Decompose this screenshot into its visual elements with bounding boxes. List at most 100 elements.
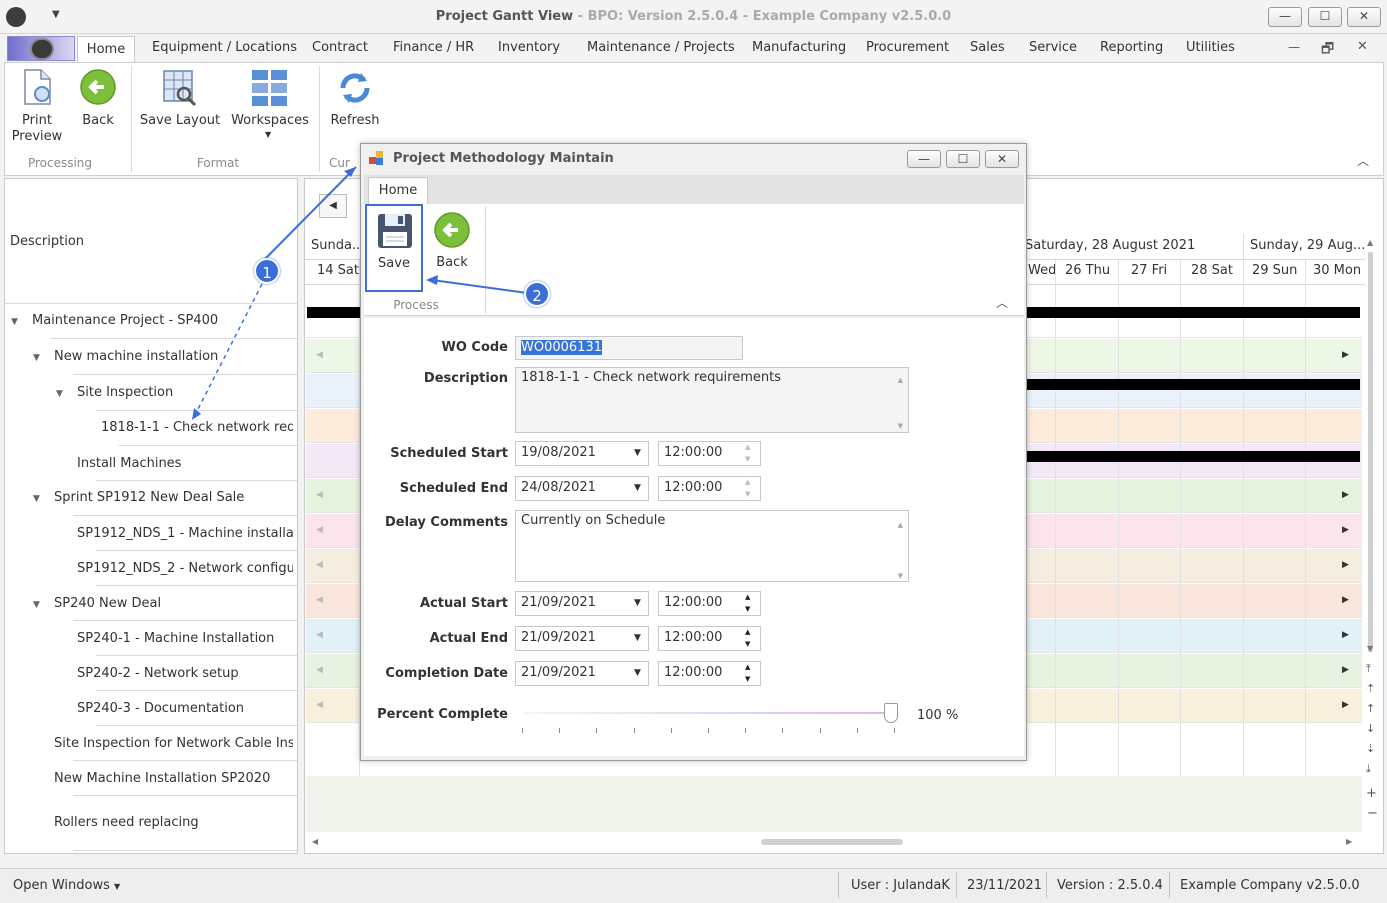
scroll-down-icon[interactable]: ▼ — [1367, 644, 1373, 653]
menu-tab-home[interactable]: Home — [77, 36, 135, 63]
tree-row[interactable]: SP240-3 - Documentation — [5, 692, 297, 726]
nav-up-icon[interactable]: ↑ — [1366, 702, 1375, 715]
wo-code-field[interactable]: WO0006131 — [515, 336, 743, 360]
completion-date[interactable]: 21/09/2021 ▼ — [515, 661, 649, 686]
row-scroll-right-icon[interactable]: ▶ — [1342, 560, 1349, 570]
gantt-scroll-left-button[interactable]: ◀ — [319, 194, 347, 218]
row-scroll-left-icon[interactable]: ◀ — [316, 525, 323, 535]
slider-thumb[interactable] — [884, 703, 898, 723]
dialog-minimize-button[interactable]: — — [907, 150, 941, 168]
row-scroll-left-icon[interactable]: ◀ — [316, 350, 323, 360]
description-field[interactable]: 1818-1-1 - Check network requirements ▲ … — [515, 367, 909, 433]
scheduled-end-time[interactable]: 12:00:00 ▲ ▼ — [658, 476, 761, 501]
actual-end-dropdown-icon[interactable]: ▼ — [634, 627, 641, 649]
dialog-close-button[interactable]: ✕ — [985, 150, 1019, 168]
h-scroll-thumb[interactable] — [761, 839, 903, 845]
menu-tab-manufacturing[interactable]: Manufacturing — [752, 40, 846, 55]
ribbon-back-button[interactable]: Back — [72, 66, 124, 136]
row-scroll-left-icon[interactable]: ◀ — [316, 700, 323, 710]
actual-end-date[interactable]: 21/09/2021 ▼ — [515, 626, 649, 651]
dialog-maximize-button[interactable]: ☐ — [946, 150, 980, 168]
row-scroll-right-icon[interactable]: ▶ — [1342, 595, 1349, 605]
refresh-button[interactable]: Refresh — [326, 66, 384, 136]
tree-expand-icon[interactable]: ▼ — [33, 494, 40, 504]
dialog-save-button[interactable]: Save — [365, 204, 423, 292]
menu-tab-sales[interactable]: Sales — [970, 40, 1005, 55]
nav-last-icon[interactable]: ⤓ — [1366, 762, 1371, 776]
row-scroll-left-icon[interactable]: ◀ — [316, 560, 323, 570]
tree-row[interactable]: ▼ New machine installation — [5, 340, 297, 375]
menu-tab-utilities[interactable]: Utilities — [1186, 40, 1235, 55]
window-minimize-button[interactable]: — — [1268, 7, 1302, 27]
menu-tab-maintenance-projects[interactable]: Maintenance / Projects — [587, 40, 735, 55]
window-maximize-button[interactable]: ☐ — [1308, 7, 1342, 27]
row-scroll-right-icon[interactable]: ▶ — [1342, 525, 1349, 535]
row-scroll-right-icon[interactable]: ▶ — [1342, 665, 1349, 675]
completion-spin-icon[interactable]: ▲ ▼ — [745, 662, 750, 685]
tree-row[interactable]: ▼ Maintenance Project - SP400 — [5, 304, 297, 339]
scheduled-start-spin-icon[interactable]: ▲ ▼ — [745, 442, 750, 465]
menu-tab-contract[interactable]: Contract — [312, 40, 368, 55]
tree-expand-icon[interactable]: ▼ — [56, 389, 63, 399]
dialog-collapse-ribbon-icon[interactable]: ︿ — [996, 294, 1008, 311]
window-close-button[interactable]: ✕ — [1347, 7, 1381, 27]
scheduled-start-time[interactable]: 12:00:00 ▲ ▼ — [658, 441, 761, 466]
actual-start-spin-icon[interactable]: ▲ ▼ — [745, 592, 750, 615]
actual-end-time[interactable]: 12:00:00 ▲ ▼ — [658, 626, 761, 651]
scroll-up-icon[interactable]: ▲ — [1367, 238, 1373, 247]
actual-start-date[interactable]: 21/09/2021 ▼ — [515, 591, 649, 616]
row-scroll-left-icon[interactable]: ◀ — [316, 665, 323, 675]
tree-row[interactable]: Install Machines — [5, 447, 297, 481]
tree-expand-icon[interactable]: ▼ — [11, 317, 18, 327]
mdi-minimize-button[interactable]: — — [1288, 40, 1300, 54]
mdi-close-button[interactable]: ✕ — [1357, 39, 1368, 54]
completion-dropdown-icon[interactable]: ▼ — [634, 662, 641, 684]
row-scroll-right-icon[interactable]: ▶ — [1342, 490, 1349, 500]
scheduled-end-spin-icon[interactable]: ▲ ▼ — [745, 477, 750, 500]
scheduled-end-date[interactable]: 24/08/2021 ▼ — [515, 476, 649, 501]
tree-expand-icon[interactable]: ▼ — [33, 353, 40, 363]
description-scroll-down-icon[interactable]: ▼ — [898, 416, 903, 432]
tree-row[interactable]: ▼ Site Inspection — [5, 376, 297, 411]
row-scroll-right-icon[interactable]: ▶ — [1342, 700, 1349, 710]
tree-row[interactable]: ▼ SP240 New Deal — [5, 587, 297, 621]
menu-tab-finance-hr[interactable]: Finance / HR — [393, 40, 474, 55]
nav-down-icon[interactable]: ↓ — [1366, 722, 1375, 735]
scroll-left-icon[interactable]: ◀ — [312, 837, 318, 846]
scheduled-end-dropdown-icon[interactable]: ▼ — [634, 477, 641, 499]
tree-row[interactable]: 1818-1-1 - Check network req... — [5, 411, 297, 446]
scroll-thumb[interactable] — [1368, 252, 1373, 652]
menu-tab-equipment-locations[interactable]: Equipment / Locations — [152, 40, 297, 55]
workspaces-button[interactable]: Workspaces ▼ — [230, 66, 310, 144]
dialog-tab-home[interactable]: Home — [368, 177, 428, 205]
tree-row[interactable]: Site Inspection for Network Cable Ins... — [5, 727, 297, 761]
menu-tab-inventory[interactable]: Inventory — [498, 40, 560, 55]
delay-scroll-down-icon[interactable]: ▼ — [898, 566, 903, 581]
tree-row[interactable]: ▼ Sprint SP1912 New Deal Sale — [5, 481, 297, 516]
scheduled-start-dropdown-icon[interactable]: ▼ — [634, 442, 641, 464]
row-scroll-left-icon[interactable]: ◀ — [316, 490, 323, 500]
scroll-right-icon[interactable]: ▶ — [1346, 837, 1352, 846]
delay-comments-field[interactable]: Currently on Schedule ▲ ▼ — [515, 510, 909, 582]
tree-row[interactable]: SP1912_NDS_2 - Network configu... — [5, 552, 297, 586]
collapse-ribbon-icon[interactable]: ︿ — [1357, 152, 1369, 169]
percent-complete-slider[interactable] — [518, 700, 898, 736]
tree-row[interactable]: Rollers need replacing — [5, 797, 297, 851]
delay-scroll-up-icon[interactable]: ▲ — [898, 515, 903, 535]
app-menu-button[interactable] — [7, 36, 75, 61]
scheduled-start-date[interactable]: 19/08/2021 ▼ — [515, 441, 649, 466]
tree-expand-icon[interactable]: ▼ — [33, 600, 40, 610]
nav-first-icon[interactable]: ⤒ — [1366, 662, 1371, 676]
actual-start-dropdown-icon[interactable]: ▼ — [634, 592, 641, 614]
menu-tab-service[interactable]: Service — [1029, 40, 1077, 55]
tree-row[interactable]: SP240-1 - Machine Installation — [5, 622, 297, 656]
completion-time[interactable]: 12:00:00 ▲ ▼ — [658, 661, 761, 686]
tree-row[interactable]: New Machine Installation SP2020 — [5, 762, 297, 796]
mdi-restore-button[interactable]: 🗗 — [1321, 38, 1334, 62]
row-scroll-right-icon[interactable]: ▶ — [1342, 630, 1349, 640]
description-scroll-up-icon[interactable]: ▲ — [898, 370, 903, 390]
dialog-back-button[interactable]: Back — [426, 208, 478, 280]
nav-remove-icon[interactable]: − — [1367, 806, 1378, 821]
actual-end-spin-icon[interactable]: ▲ ▼ — [745, 627, 750, 650]
tree-row[interactable]: SP240-2 - Network setup — [5, 657, 297, 691]
